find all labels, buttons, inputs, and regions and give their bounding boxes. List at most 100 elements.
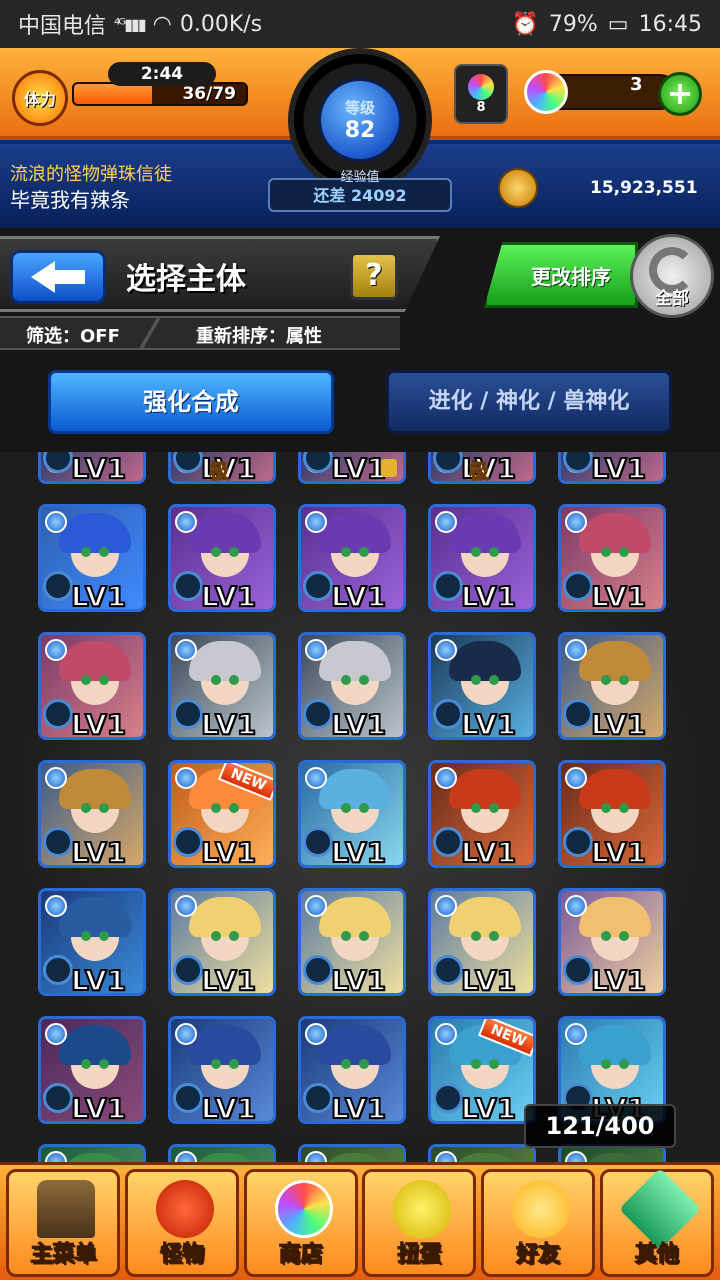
monster-card[interactable]: LV1	[298, 452, 406, 484]
ability-slot-icon	[303, 955, 333, 985]
ability-slot-icon	[433, 1083, 463, 1113]
water-element-icon	[45, 639, 67, 661]
monster-count: 121/400	[524, 1104, 676, 1148]
nav-shop[interactable]: 商店	[243, 1168, 358, 1277]
ability-slot-icon	[43, 1083, 73, 1113]
monster-level: LV1	[460, 835, 517, 868]
monster-eye	[81, 803, 91, 813]
monster-eye	[81, 547, 91, 557]
water-element-icon	[435, 511, 457, 533]
monster-level: LV1	[590, 835, 647, 868]
orb-stock-count: 8	[476, 99, 486, 115]
monster-eye	[619, 547, 629, 557]
monster-card[interactable]: LV1	[168, 504, 276, 612]
monster-eye	[81, 931, 91, 941]
water-element-icon	[435, 767, 457, 789]
filter-toggle[interactable]: 筛选：OFF	[26, 322, 120, 348]
subheader: 选择主体 ? 筛选：OFF 重新排序：属性 更改排序 全部 强化合成 进化 / …	[0, 228, 720, 452]
tab-evolve[interactable]: 进化 / 神化 / 兽神化	[386, 370, 672, 434]
orb-icon	[274, 1179, 333, 1238]
player-title: 流浪的怪物弹珠信徒	[10, 164, 172, 185]
monster-card[interactable]: LV1 NEW	[168, 760, 276, 868]
monster-level: LV1	[460, 1091, 517, 1124]
back-button[interactable]	[10, 250, 106, 304]
monster-card[interactable]: LV1	[428, 1144, 536, 1162]
monster-grid-area[interactable]: LV1 LV1 极 LV1 LV1 极 LV1 LV1 LV1 LV1 LV1 LV1 LV1 LV1 LV…	[0, 452, 720, 1162]
monster-eye	[211, 547, 221, 557]
monster-grid: LV1 LV1 极 LV1 LV1 极 LV1 LV1 LV1 LV1 LV1 LV1 LV1 LV1 LV…	[38, 452, 688, 1162]
filter-bar: 筛选：OFF 重新排序：属性	[0, 316, 400, 350]
nav-main-menu[interactable]: 主菜单	[6, 1168, 121, 1277]
orb-stock[interactable]: 8	[454, 64, 508, 124]
monster-card[interactable]: LV1 NEW	[428, 1016, 536, 1124]
monster-card[interactable]: LV1	[298, 632, 406, 740]
monster-level: LV1	[330, 579, 387, 612]
monster-card[interactable]: LV1	[428, 760, 536, 868]
sort-label[interactable]: 重新排序：属性	[196, 322, 322, 348]
game-header: 体力 36/79 2:44 等级 82 经验值 还差 24092 8 3 + 流…	[0, 48, 720, 228]
monster-card[interactable]: LV1	[558, 888, 666, 996]
monster-card[interactable]: LV1	[298, 504, 406, 612]
monster-card[interactable]: LV1 极	[168, 452, 276, 484]
water-element-icon	[45, 1023, 67, 1045]
monster-card[interactable]: LV1	[38, 632, 146, 740]
ability-slot-icon	[43, 955, 73, 985]
monster-card[interactable]: LV1	[428, 888, 536, 996]
all-button[interactable]: 全部	[630, 234, 714, 318]
monster-eye	[471, 547, 481, 557]
monster-card[interactable]: LV1	[428, 504, 536, 612]
level-label: 等级	[344, 99, 375, 117]
monster-card[interactable]: LV1	[38, 1144, 146, 1162]
monster-eye	[211, 675, 221, 685]
nav-friends[interactable]: 好友	[480, 1168, 595, 1277]
monster-card[interactable]: LV1 极	[428, 452, 536, 484]
water-element-icon	[435, 639, 457, 661]
monster-card[interactable]: LV1	[298, 1144, 406, 1162]
monster-card[interactable]: LV1	[38, 452, 146, 484]
change-sort-button[interactable]: 更改排序	[484, 242, 638, 308]
water-element-icon	[45, 511, 67, 533]
nav-monster[interactable]: 怪物	[124, 1168, 239, 1277]
monster-card[interactable]: LV1	[558, 504, 666, 612]
monster-card[interactable]: LV1	[168, 888, 276, 996]
tab-enhance[interactable]: 强化合成	[48, 370, 334, 434]
monster-card[interactable]: LV1	[168, 1016, 276, 1124]
monster-card[interactable]: LV1	[558, 632, 666, 740]
exp-box: 经验值 还差 24092	[268, 170, 452, 212]
monster-card[interactable]: LV1	[558, 452, 666, 484]
buy-orb-button[interactable]: +	[658, 72, 702, 116]
coin-icon	[498, 168, 538, 208]
ability-slot-icon	[433, 699, 463, 729]
monster-level: LV1	[70, 1091, 127, 1124]
ability-slot-icon	[433, 827, 463, 857]
monster-card[interactable]: LV1	[298, 760, 406, 868]
monster-card[interactable]: LV1	[298, 1016, 406, 1124]
monster-card[interactable]: LV1	[298, 888, 406, 996]
all-label: 全部	[655, 289, 689, 309]
water-element-icon	[45, 767, 67, 789]
monster-card[interactable]: LV1	[38, 504, 146, 612]
monster-eye	[619, 803, 629, 813]
water-element-icon	[305, 511, 327, 533]
monster-card[interactable]: LV1	[428, 632, 536, 740]
nav-other[interactable]: 其他	[599, 1167, 714, 1277]
monster-eye	[341, 547, 351, 557]
monster-eye	[229, 931, 239, 941]
monster-card[interactable]: LV1	[38, 1016, 146, 1124]
nav-gacha[interactable]: 扭蛋	[362, 1168, 477, 1277]
monster-eye	[619, 1059, 629, 1069]
help-button[interactable]: ?	[350, 252, 398, 300]
castle-icon	[37, 1179, 96, 1238]
monster-icon	[155, 1179, 214, 1238]
monster-card[interactable]: LV1	[168, 632, 276, 740]
monster-level: LV1	[590, 452, 647, 484]
monster-eye	[341, 931, 351, 941]
monster-level: LV1	[70, 452, 127, 484]
monster-eye	[229, 803, 239, 813]
monster-card[interactable]: LV1	[558, 760, 666, 868]
monster-card[interactable]: LV1	[168, 1144, 276, 1162]
monster-card[interactable]: LV1	[38, 760, 146, 868]
water-element-icon	[565, 767, 587, 789]
ability-slot-icon	[433, 955, 463, 985]
monster-card[interactable]: LV1	[38, 888, 146, 996]
